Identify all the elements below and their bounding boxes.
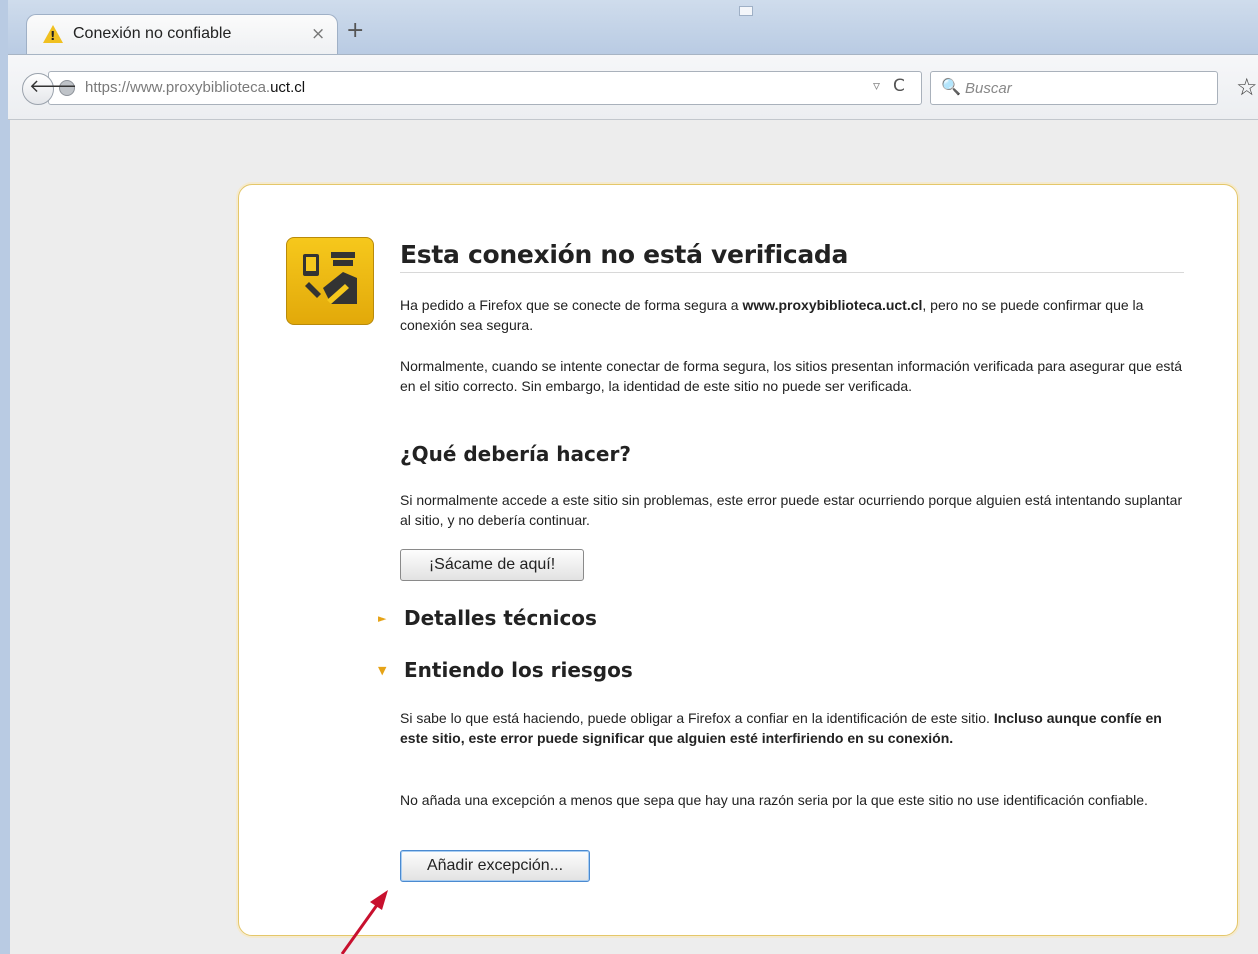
window-border xyxy=(0,0,10,954)
exception-warning-paragraph: No añada una excepción a menos que sepa … xyxy=(400,792,1148,808)
window-grip xyxy=(739,6,753,16)
search-input[interactable]: 🔍 Buscar xyxy=(930,71,1218,105)
close-icon[interactable]: × xyxy=(311,24,325,44)
risks-paragraph: Si sabe lo que está haciendo, puede obli… xyxy=(400,710,1162,746)
url-text[interactable]: https://www.proxybiblioteca.uct.cl xyxy=(85,79,305,96)
annotation-arrow xyxy=(340,890,388,954)
navigation-toolbar: https://www.proxybiblioteca.uct.cl ▿ C 🡐… xyxy=(8,54,1258,120)
tab-untrusted-connection[interactable]: ! Conexión no confiable × xyxy=(26,14,338,55)
technical-details-toggle[interactable]: Detalles técnicos xyxy=(404,606,597,630)
back-arrow-icon: 🡐 xyxy=(29,76,78,97)
tab-strip: ! Conexión no confiable × + xyxy=(8,0,1258,55)
security-officer-icon xyxy=(286,237,374,325)
back-button[interactable]: 🡐 xyxy=(22,73,77,105)
new-tab-button[interactable]: + xyxy=(346,18,364,43)
title-divider xyxy=(400,272,1184,273)
get-me-out-button[interactable]: ¡Sácame de aquí! xyxy=(400,549,584,581)
dropdown-icon[interactable]: ▿ xyxy=(873,78,880,94)
search-icon: 🔍 xyxy=(941,77,961,96)
understand-risks-toggle[interactable]: Entiendo los riesgos xyxy=(404,658,633,682)
warning-icon: ! xyxy=(43,25,63,43)
collapsed-arrow-icon[interactable]: ► xyxy=(378,612,386,625)
what-to-do-paragraph: Si normalmente accede a este sitio sin p… xyxy=(400,492,1183,528)
search-placeholder: Buscar xyxy=(965,80,1012,97)
expanded-arrow-icon[interactable]: ▼ xyxy=(378,664,386,677)
url-bar[interactable]: https://www.proxybiblioteca.uct.cl ▿ C xyxy=(48,71,922,105)
explanation-paragraph: Normalmente, cuando se intente conectar … xyxy=(400,358,1183,394)
page-title: Esta conexión no está verificada xyxy=(400,240,849,269)
browser-window: ! Conexión no confiable × + https://www.… xyxy=(0,0,1258,954)
tab-title: Conexión no confiable xyxy=(73,25,232,42)
reload-icon[interactable]: C xyxy=(893,76,905,96)
add-exception-button[interactable]: Añadir excepción... xyxy=(400,850,590,882)
what-to-do-heading: ¿Qué debería hacer? xyxy=(400,442,631,466)
bookmark-star-icon[interactable]: ☆ xyxy=(1236,73,1258,101)
intro-paragraph: Ha pedido a Firefox que se conecte de fo… xyxy=(400,297,1144,333)
